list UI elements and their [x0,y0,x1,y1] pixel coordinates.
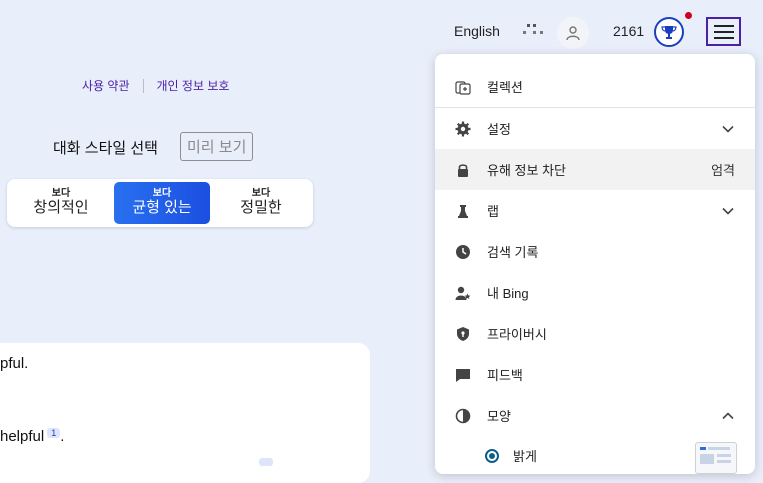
menu-item-label: 컬렉션 [487,80,523,95]
privacy-link[interactable]: 개인 정보 보호 [157,77,230,94]
menu-item-label: 모양 [487,409,511,424]
preview-badge: 미리 보기 [180,132,254,161]
my-bing-icon [455,285,471,301]
chevron-down-icon [722,207,734,215]
appearance-icon [455,408,471,424]
chat-text: pful. [0,355,29,372]
chat-text-fragment: . [60,428,65,445]
menu-item-label: 내 Bing [487,286,529,301]
menu-item-safesearch[interactable]: 유해 정보 차단 엄격 [435,149,755,190]
menu-item-label: 유해 정보 차단 [487,163,566,178]
user-icon [566,26,580,41]
shield-icon [455,326,471,342]
trophy-icon [661,26,677,39]
chevron-down-icon [722,125,734,133]
style-option-prefix: 보다 [51,188,71,199]
citation-badge[interactable]: 1 [47,428,61,438]
theme-option-label: 밝게 [513,449,537,464]
hamburger-menu-button[interactable] [706,17,741,46]
style-option-creative[interactable]: 보다 창의적인 [13,182,109,224]
menu-item-settings[interactable]: 설정 [435,108,755,149]
menu-item-label: 피드백 [487,368,523,383]
hamburger-icon [713,24,734,27]
apps-icon[interactable] [523,22,547,38]
hamburger-icon-bar [713,36,734,39]
menu-item-label: 검색 기록 [487,245,539,260]
chat-text-fragment: helpful [0,428,45,445]
terms-link[interactable]: 사용 약관 [82,77,130,94]
menu-item-collections[interactable]: 컬렉션 [435,66,755,107]
link-divider [142,78,144,93]
rewards-points[interactable]: 2161 [613,23,644,39]
style-option-label: 정밀한 [240,199,282,216]
menu-item-label: 랩 [487,204,499,219]
menu-item-feedback[interactable]: 피드백 [435,354,755,395]
style-option-prefix: 보다 [251,188,271,199]
chevron-up-icon [722,411,734,419]
style-option-prefix: 보다 [152,188,172,199]
menu-item-history[interactable]: 검색 기록 [435,231,755,272]
radio-selected[interactable] [485,448,499,463]
menu-item-label: 설정 [487,122,511,137]
citation-badge[interactable] [259,458,273,466]
footer-links: 사용 약관 개인 정보 보호 [82,77,229,94]
lock-icon [455,162,471,178]
conversation-style-selector: 보다 창의적인 보다 균형 있는 보다 정밀한 [7,179,313,227]
style-option-label: 균형 있는 [132,199,192,216]
style-select-title: 대화 스타일 선택 [53,140,158,157]
theme-preview-thumbnail [695,442,737,474]
hamburger-icon-bar [713,30,734,33]
menu-item-my-bing[interactable]: 내 Bing [435,272,755,313]
collection-icon [455,79,471,95]
menu-item-privacy[interactable]: 프라이버시 [435,313,755,354]
chat-text: helpful 1. [0,428,64,445]
safesearch-value: 엄격 [711,163,735,178]
feedback-icon [455,367,471,383]
gear-icon [455,121,471,137]
menu-item-label: 프라이버시 [487,327,547,342]
chat-message-card [0,343,370,483]
style-option-balanced[interactable]: 보다 균형 있는 [114,182,210,224]
labs-icon [455,203,471,219]
history-icon [455,244,471,260]
menu-item-labs[interactable]: 랩 [435,190,755,231]
menu-item-appearance[interactable]: 모양 [435,395,755,436]
language-link[interactable]: English [454,23,500,39]
style-option-precise[interactable]: 보다 정밀한 [213,182,309,224]
avatar[interactable] [557,17,589,49]
notification-dot [685,12,692,19]
style-option-label: 창의적인 [33,199,89,216]
rewards-button[interactable] [654,17,684,47]
settings-menu-panel: 컬렉션 설정 유해 정보 차단 엄격 랩 검색 기록 내 Bing 프라이버시 … [435,54,755,474]
